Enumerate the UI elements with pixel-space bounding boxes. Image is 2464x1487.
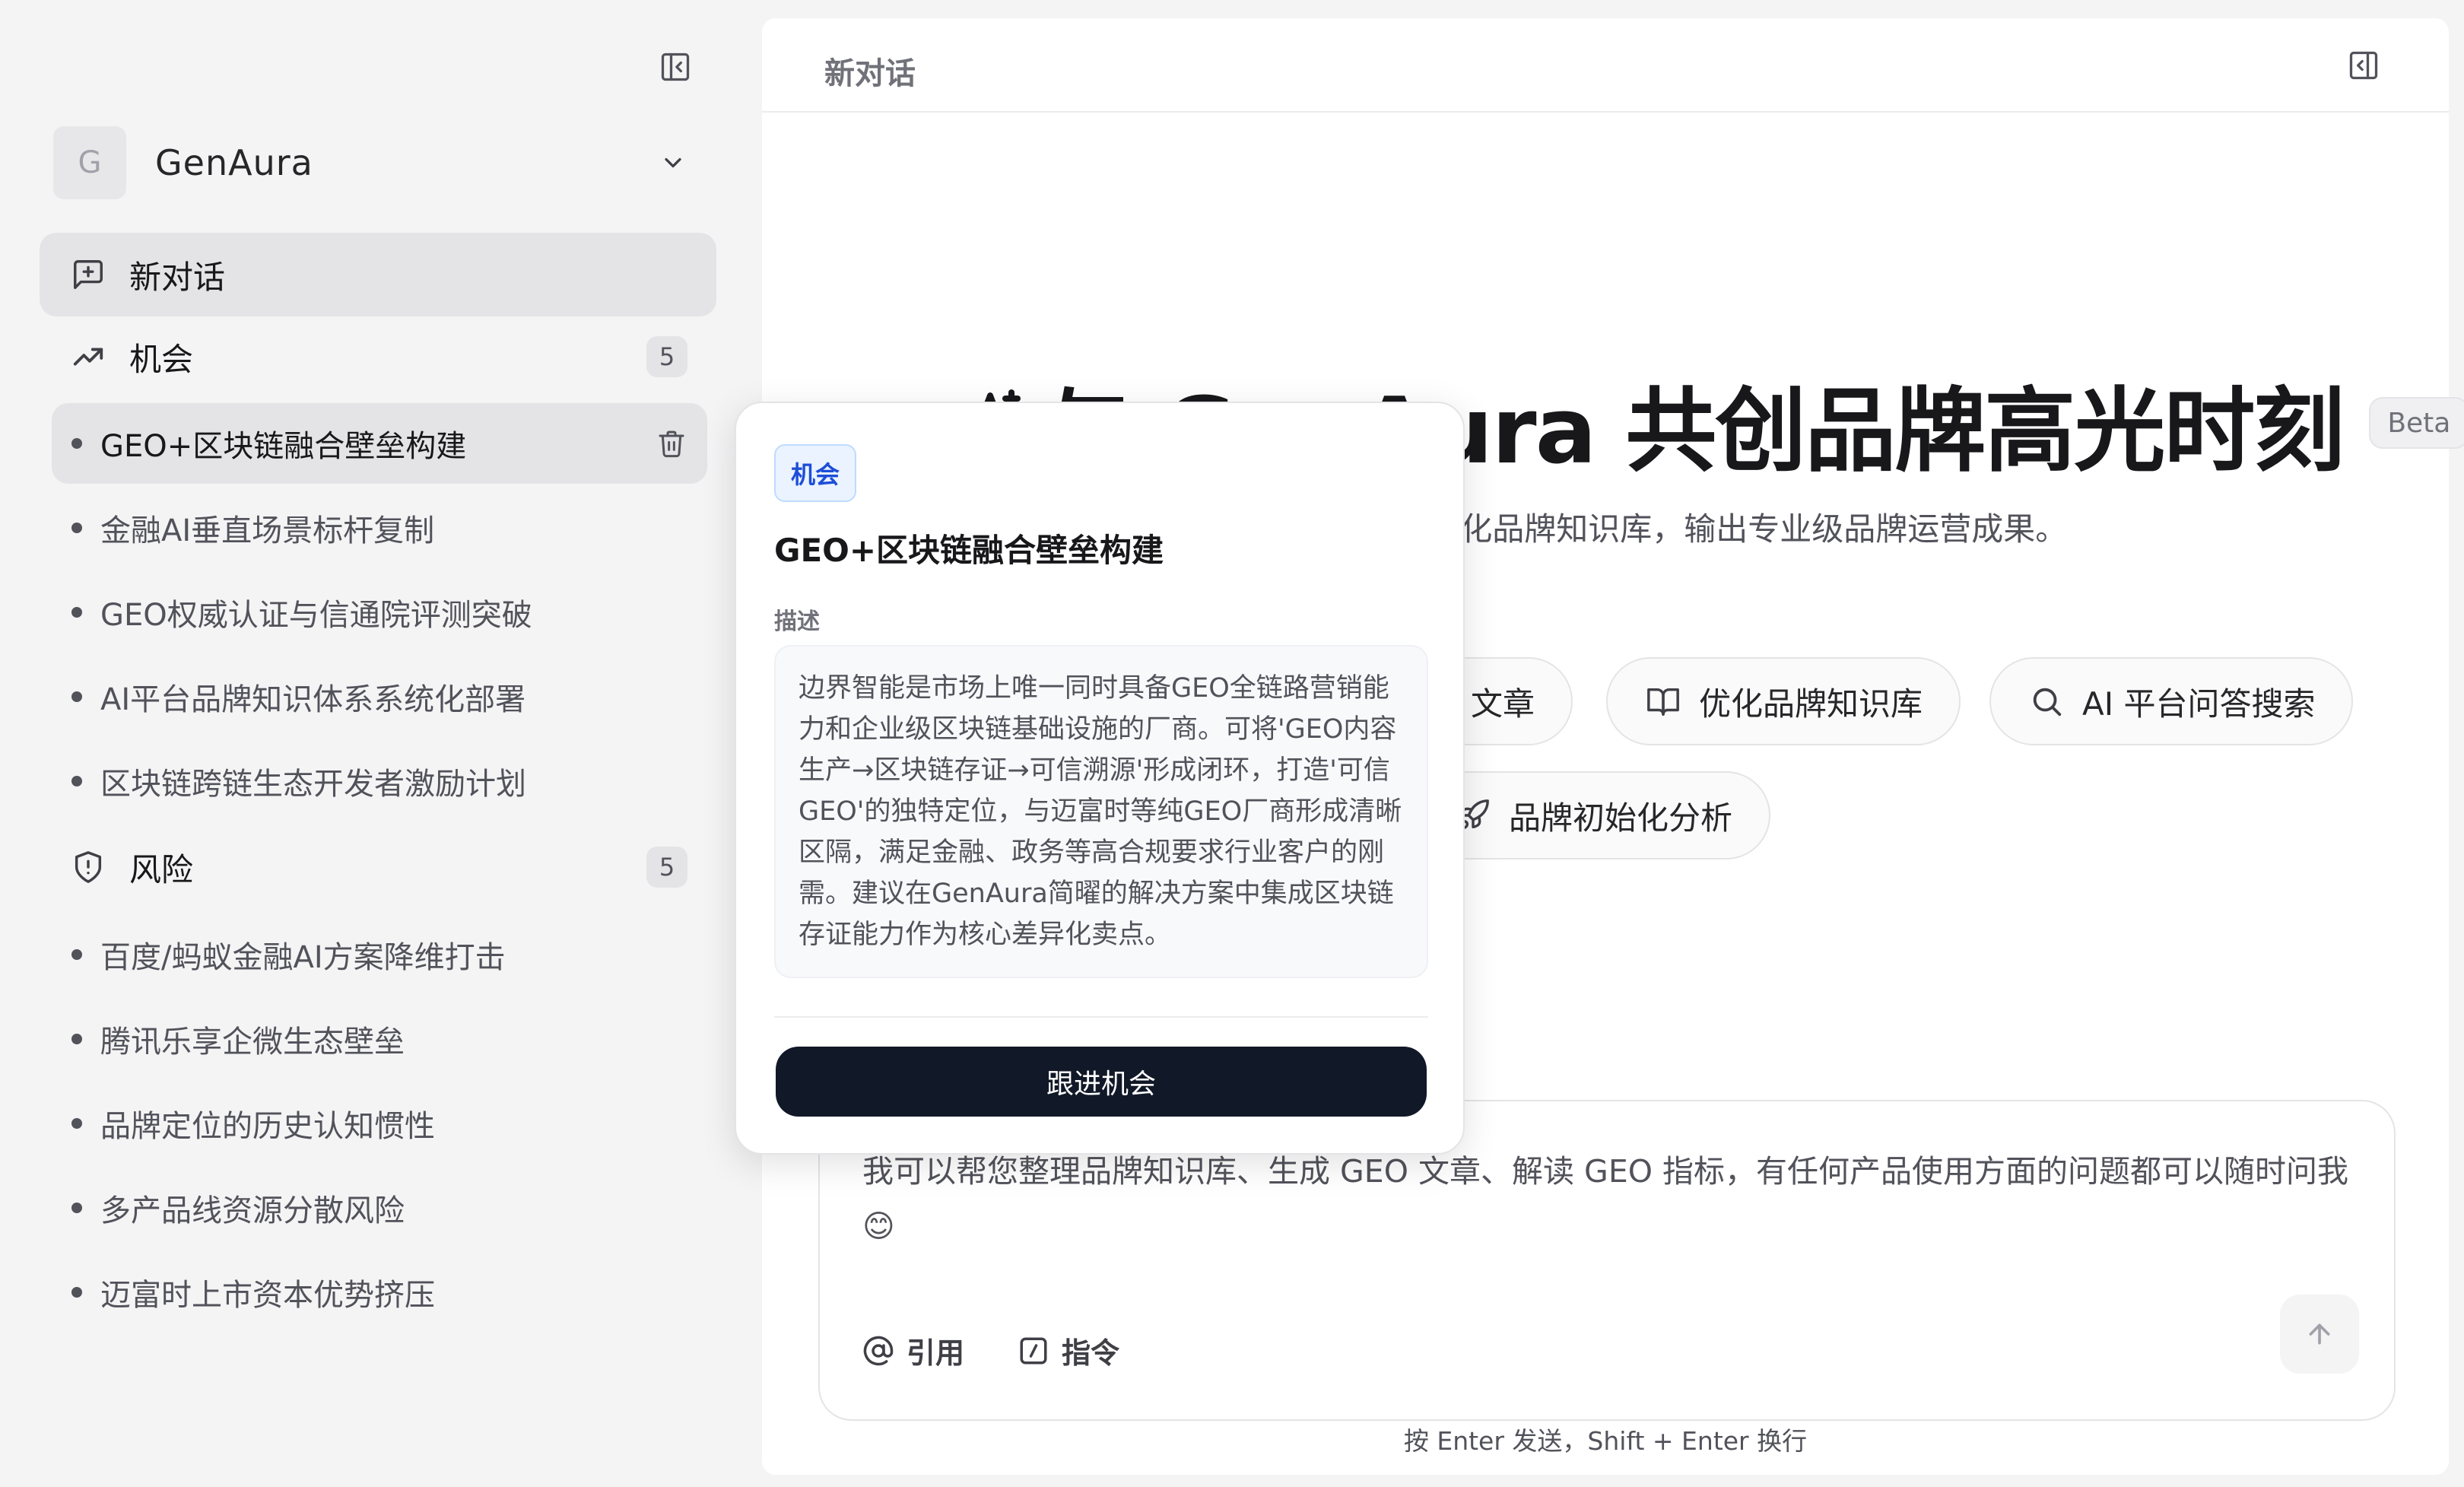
- slash-square-icon: [1020, 1337, 1047, 1364]
- description-text: 边界智能是市场上唯一同时具备GEO全链路营销能力和企业级区块链基础设施的厂商。可…: [774, 645, 1428, 978]
- quick-action-label: AI 平台问答搜索: [2082, 685, 2316, 723]
- risks-count-badge: 5: [646, 847, 687, 888]
- opportunity-item[interactable]: AI平台品牌知识体系系统化部署: [52, 656, 707, 737]
- send-button[interactable]: [2280, 1295, 2359, 1374]
- risk-item-label: 迈富时上市资本优势挤压: [100, 1278, 435, 1313]
- risk-item[interactable]: 迈富时上市资本优势挤压: [52, 1252, 707, 1333]
- new-chat-icon: [68, 255, 108, 294]
- opportunity-item[interactable]: 金融AI垂直场景标杆复制: [52, 488, 707, 568]
- bullet-dot: [71, 1118, 82, 1129]
- trending-up-icon: [68, 337, 108, 377]
- divider: [774, 1016, 1428, 1018]
- command-button[interactable]: 指令: [1018, 1330, 1119, 1371]
- risk-item[interactable]: 百度/蚂蚁金融AI方案降维打击: [52, 914, 707, 995]
- bullet-dot: [71, 607, 82, 618]
- bullet-dot: [71, 1034, 82, 1044]
- description-heading: 描述: [774, 608, 820, 635]
- bullet-dot: [71, 776, 82, 786]
- collapse-sidebar-icon[interactable]: [656, 47, 695, 87]
- opportunity-tag: 机会: [774, 444, 857, 502]
- quick-action-ai-search[interactable]: AI 平台问答搜索: [1989, 657, 2354, 745]
- bullet-dot: [71, 1203, 82, 1213]
- quick-action-knowledge-base[interactable]: 优化品牌知识库: [1606, 657, 1961, 745]
- opportunity-item[interactable]: GEO+区块链融合壁垒构建: [52, 403, 707, 484]
- opportunity-item-label: GEO权威认证与信通院评测突破: [100, 598, 532, 633]
- book-open-icon: [1644, 682, 1682, 720]
- risk-item[interactable]: 多产品线资源分散风险: [52, 1168, 707, 1248]
- trash-icon[interactable]: [653, 424, 691, 462]
- opportunity-popover: 机会 GEO+区块链融合壁垒构建 描述 边界智能是市场上唯一同时具备GEO全链路…: [735, 402, 1465, 1155]
- quick-action-brand-analysis[interactable]: 品牌初始化分析: [1416, 771, 1771, 859]
- risk-item-label: 腾讯乐享企微生态壁垒: [100, 1025, 405, 1060]
- arrow-up-icon: [2309, 1323, 2330, 1345]
- bullet-dot: [71, 438, 82, 449]
- composer-actions: 引用 指令: [862, 1330, 1173, 1371]
- sidebar: G GenAura 新对话 机会 5 GEO+区块链融合壁垒构建 金融AI垂直场…: [0, 0, 760, 1487]
- risk-item[interactable]: 品牌定位的历史认知惯性: [52, 1083, 707, 1164]
- workspace-switcher[interactable]: G GenAura: [53, 126, 692, 199]
- chevron-down-icon: [654, 144, 692, 182]
- risks-label: 风险: [129, 850, 194, 888]
- risk-item-label: 品牌定位的历史认知惯性: [100, 1109, 435, 1144]
- collapse-panel-icon[interactable]: [2344, 46, 2383, 85]
- beta-badge: Beta: [2369, 397, 2464, 449]
- opportunity-item-label: GEO+区块链融合壁垒构建: [100, 429, 467, 464]
- page-title: 新对话: [824, 56, 916, 91]
- quick-action-label: 文章: [1471, 685, 1535, 723]
- topbar: 新对话: [762, 18, 2449, 113]
- bullet-dot: [71, 691, 82, 702]
- section-risks[interactable]: 风险 5: [40, 825, 716, 909]
- app-root: G GenAura 新对话 机会 5 GEO+区块链融合壁垒构建 金融AI垂直场…: [0, 0, 2464, 1487]
- workspace-name: GenAura: [155, 142, 313, 183]
- quick-action-label: 优化品牌知识库: [1699, 685, 1923, 723]
- composer-placeholder[interactable]: 我可以帮您整理品牌知识库、生成 GEO 文章、解读 GEO 指标，有任何产品使用…: [862, 1144, 2353, 1253]
- opportunities-count-badge: 5: [646, 336, 687, 377]
- bullet-dot: [71, 523, 82, 533]
- search-icon: [2027, 682, 2066, 720]
- bullet-dot: [71, 949, 82, 960]
- mention-button[interactable]: 引用: [862, 1330, 964, 1371]
- new-chat-button[interactable]: 新对话: [40, 233, 716, 316]
- new-chat-label: 新对话: [129, 258, 226, 296]
- popover-title: GEO+区块链融合壁垒构建: [774, 532, 1164, 569]
- command-label: 指令: [1062, 1336, 1120, 1370]
- bullet-dot: [71, 1287, 82, 1298]
- opportunity-item[interactable]: 区块链跨链生态开发者激励计划: [52, 741, 707, 821]
- at-sign-icon: [863, 1336, 894, 1365]
- opportunity-item[interactable]: GEO权威认证与信通院评测突破: [52, 572, 707, 653]
- opportunity-item-label: 金融AI垂直场景标杆复制: [100, 513, 435, 548]
- opportunity-item-label: AI平台品牌知识体系系统化部署: [100, 682, 526, 717]
- mention-label: 引用: [907, 1336, 965, 1370]
- risk-item[interactable]: 腾讯乐享企微生态壁垒: [52, 999, 707, 1079]
- risk-item-label: 百度/蚂蚁金融AI方案降维打击: [100, 940, 506, 975]
- opportunities-label: 机会: [129, 340, 194, 378]
- keyboard-hint: 按 Enter 发送，Shift + Enter 换行: [1403, 1426, 1808, 1456]
- quick-action-label: 品牌初始化分析: [1509, 799, 1733, 837]
- opportunity-item-label: 区块链跨链生态开发者激励计划: [100, 767, 526, 802]
- shield-alert-icon: [68, 847, 108, 887]
- risk-item-label: 多产品线资源分散风险: [100, 1193, 405, 1228]
- workspace-avatar: G: [53, 126, 126, 199]
- follow-up-opportunity-button[interactable]: 跟进机会: [776, 1047, 1427, 1117]
- section-opportunities[interactable]: 机会 5: [40, 315, 716, 399]
